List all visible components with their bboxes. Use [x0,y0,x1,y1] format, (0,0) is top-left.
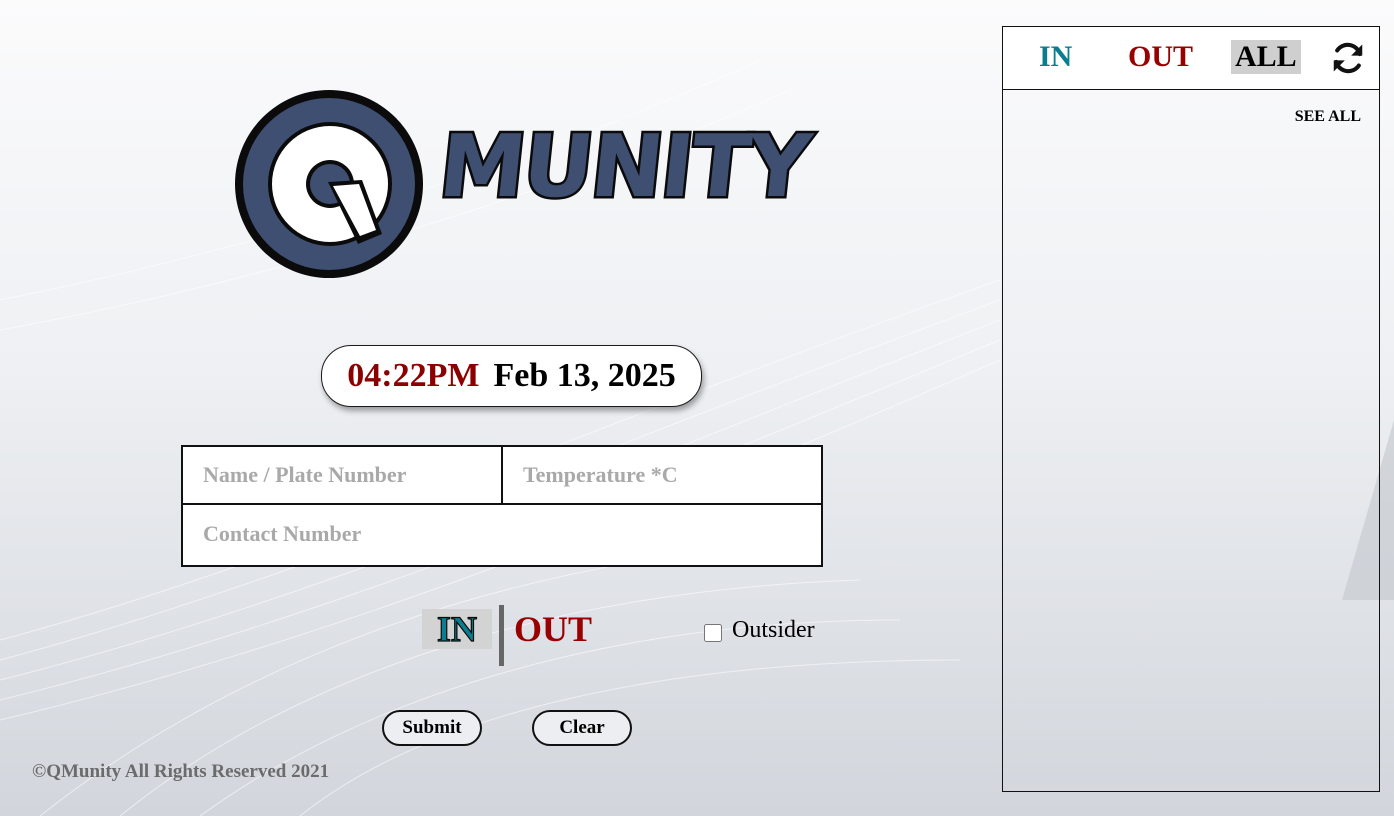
datetime-display: 04:22PM Feb 13, 2025 [321,345,702,407]
clear-button[interactable]: Clear [532,710,632,746]
direction-divider [499,605,504,666]
outsider-checkbox[interactable] [704,623,722,642]
log-panel-header: IN OUT ALL [1003,27,1379,90]
direction-in-button[interactable]: IN [422,608,492,650]
outsider-option[interactable]: Outsider [704,617,815,644]
direction-out-button[interactable]: OUT [514,609,592,649]
logo-wordmark: MUNITY [432,115,816,220]
refresh-icon[interactable] [1329,39,1367,77]
copyright-footer: ©QMunity All Rights Reserved 2021 [32,761,330,782]
see-all-link[interactable]: SEE ALL [1295,108,1361,126]
tab-out[interactable]: OUT [1128,40,1193,74]
tab-in[interactable]: IN [1039,40,1072,74]
qmunity-logo: MUNITY [230,84,816,284]
outsider-label: Outsider [732,617,815,643]
contact-number-input[interactable] [183,505,821,563]
submit-button[interactable]: Submit [382,710,482,746]
q-logo-icon [235,90,423,278]
tab-all[interactable]: ALL [1231,40,1301,74]
temperature-input[interactable] [503,447,821,505]
current-date: Feb 13, 2025 [493,357,676,394]
name-plate-input[interactable] [183,447,503,505]
entry-form [181,445,823,567]
current-time: 04:22PM [347,357,480,394]
log-panel: IN OUT ALL SEE ALL [1002,26,1380,792]
